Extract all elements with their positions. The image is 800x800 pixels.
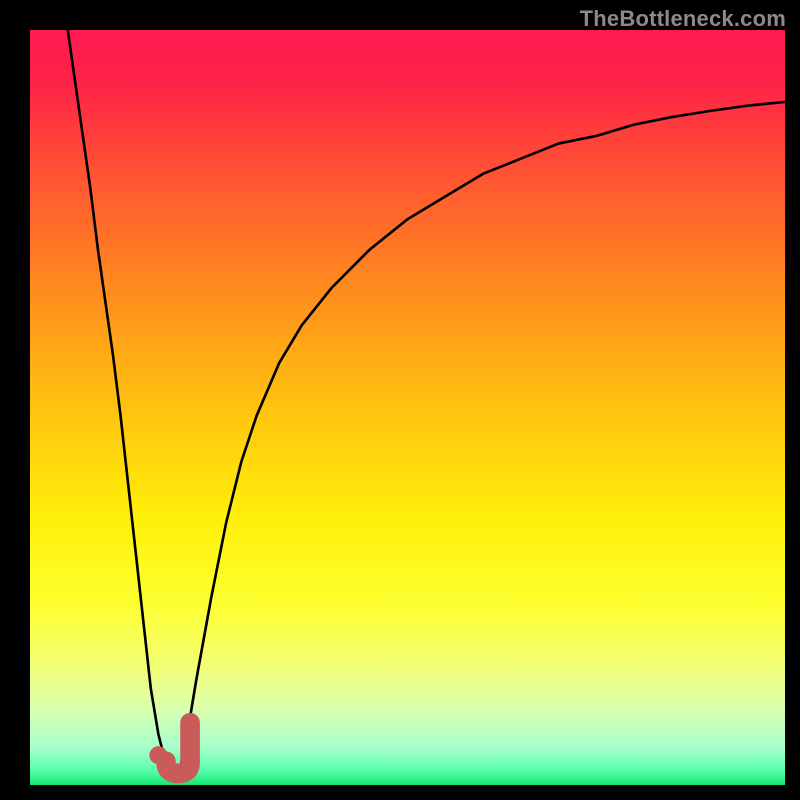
marker-hook-icon [166, 723, 190, 774]
bottleneck-curve [68, 30, 785, 779]
curve-layer [30, 30, 785, 785]
chart-frame: TheBottleneck.com [0, 0, 800, 800]
watermark-text: TheBottleneck.com [580, 6, 786, 32]
plot-area [30, 30, 785, 785]
